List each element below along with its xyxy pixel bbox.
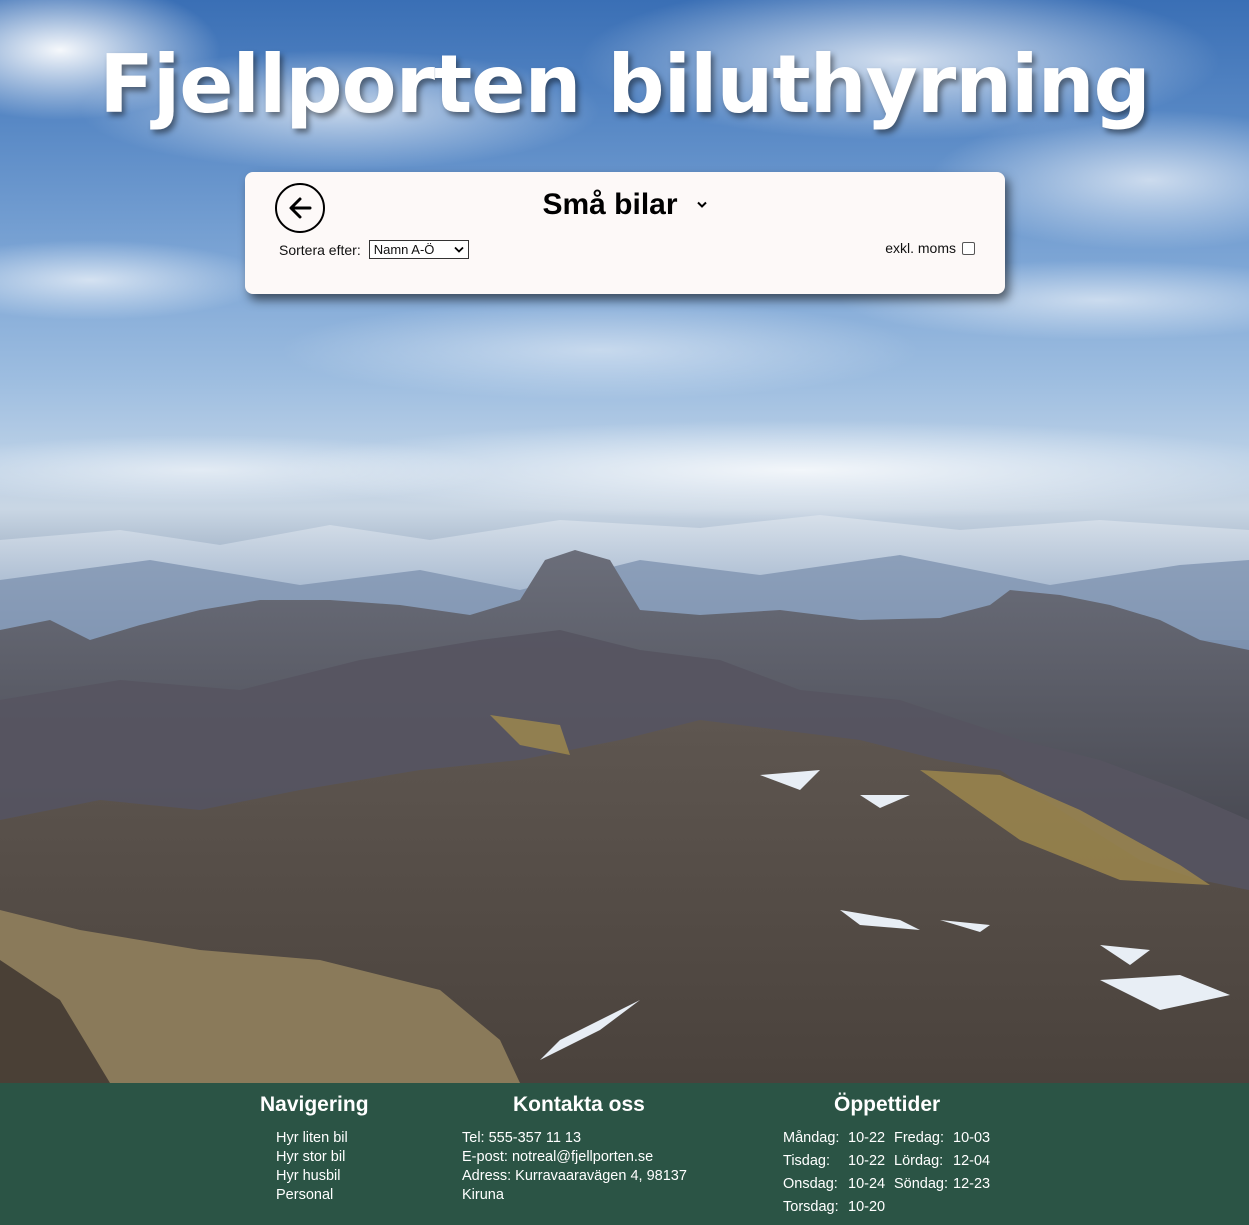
footer-hours: Öppettider Måndag: 10-22 Fredag: 10-03 T… xyxy=(783,1093,998,1217)
hours-day: Onsdag: xyxy=(783,1176,838,1192)
opening-hours-table: Måndag: 10-22 Fredag: 10-03 Tisdag: 10-2… xyxy=(783,1129,998,1217)
hours-time: 10-24 xyxy=(848,1176,886,1192)
footer-link-large-car[interactable]: Hyr stor bil xyxy=(276,1149,345,1165)
footer-navigation: Navigering Hyr liten bil Hyr stor bil Hy… xyxy=(260,1093,369,1205)
footer-hours-heading: Öppettider xyxy=(834,1093,941,1116)
category-label: Små bilar xyxy=(542,188,678,221)
footer-link-motorhome[interactable]: Hyr husbil xyxy=(276,1168,340,1184)
hours-time: 10-03 xyxy=(953,1130,991,1146)
sort-label: Sortera efter: xyxy=(279,241,361,258)
mountain-landscape-image xyxy=(0,0,1249,1083)
filter-panel: Små bilar Sortera efter: Namn A-Ö exkl. … xyxy=(245,172,1005,294)
hero-background: Fjellporten biluthyrning xyxy=(0,0,1249,1083)
sort-select[interactable]: Namn A-Ö xyxy=(368,240,469,259)
footer-nav-heading: Navigering xyxy=(260,1093,369,1116)
hours-time: 10-20 xyxy=(848,1199,886,1215)
vat-checkbox[interactable] xyxy=(962,241,975,255)
hours-time: 10-22 xyxy=(848,1153,886,1169)
sort-row: Sortera efter: Namn A-Ö xyxy=(279,240,469,259)
hours-day xyxy=(894,1198,953,1217)
footer-contact-heading: Kontakta oss xyxy=(513,1093,645,1116)
chevron-down-icon xyxy=(454,246,464,253)
hours-day: Fredag: xyxy=(894,1130,944,1146)
footer-link-small-car[interactable]: Hyr liten bil xyxy=(276,1130,348,1146)
category-dropdown[interactable]: Små bilar xyxy=(542,188,707,222)
hours-day: Söndag: xyxy=(894,1176,949,1192)
vat-label: exkl. moms xyxy=(885,240,956,256)
hours-day: Måndag: xyxy=(783,1130,840,1146)
footer-contact: Kontakta oss Tel: 555-357 11 13 E-post: … xyxy=(462,1093,687,1205)
hours-day: Torsdag: xyxy=(783,1199,839,1215)
site-title: Fjellporten biluthyrning xyxy=(99,38,1151,131)
sort-select-value: Namn A-Ö xyxy=(373,242,435,257)
hours-time xyxy=(953,1198,998,1217)
contact-address: Adress: Kurravaaravägen 4, 98137 xyxy=(462,1168,687,1184)
contact-phone: Tel: 555-357 11 13 xyxy=(462,1130,582,1146)
vat-row: exkl. moms xyxy=(885,240,975,256)
chevron-down-icon xyxy=(696,201,707,208)
contact-email: E-post: notreal@fjellporten.se xyxy=(462,1149,654,1165)
hours-day: Tisdag: xyxy=(783,1153,831,1169)
contact-city: Kiruna xyxy=(462,1187,504,1203)
hours-time: 10-22 xyxy=(848,1130,886,1146)
hours-day: Lördag: xyxy=(894,1153,944,1169)
hours-time: 12-04 xyxy=(953,1153,991,1169)
footer: Navigering Hyr liten bil Hyr stor bil Hy… xyxy=(0,1083,1249,1225)
footer-link-staff[interactable]: Personal xyxy=(276,1187,333,1203)
hours-time: 12-23 xyxy=(953,1176,991,1192)
